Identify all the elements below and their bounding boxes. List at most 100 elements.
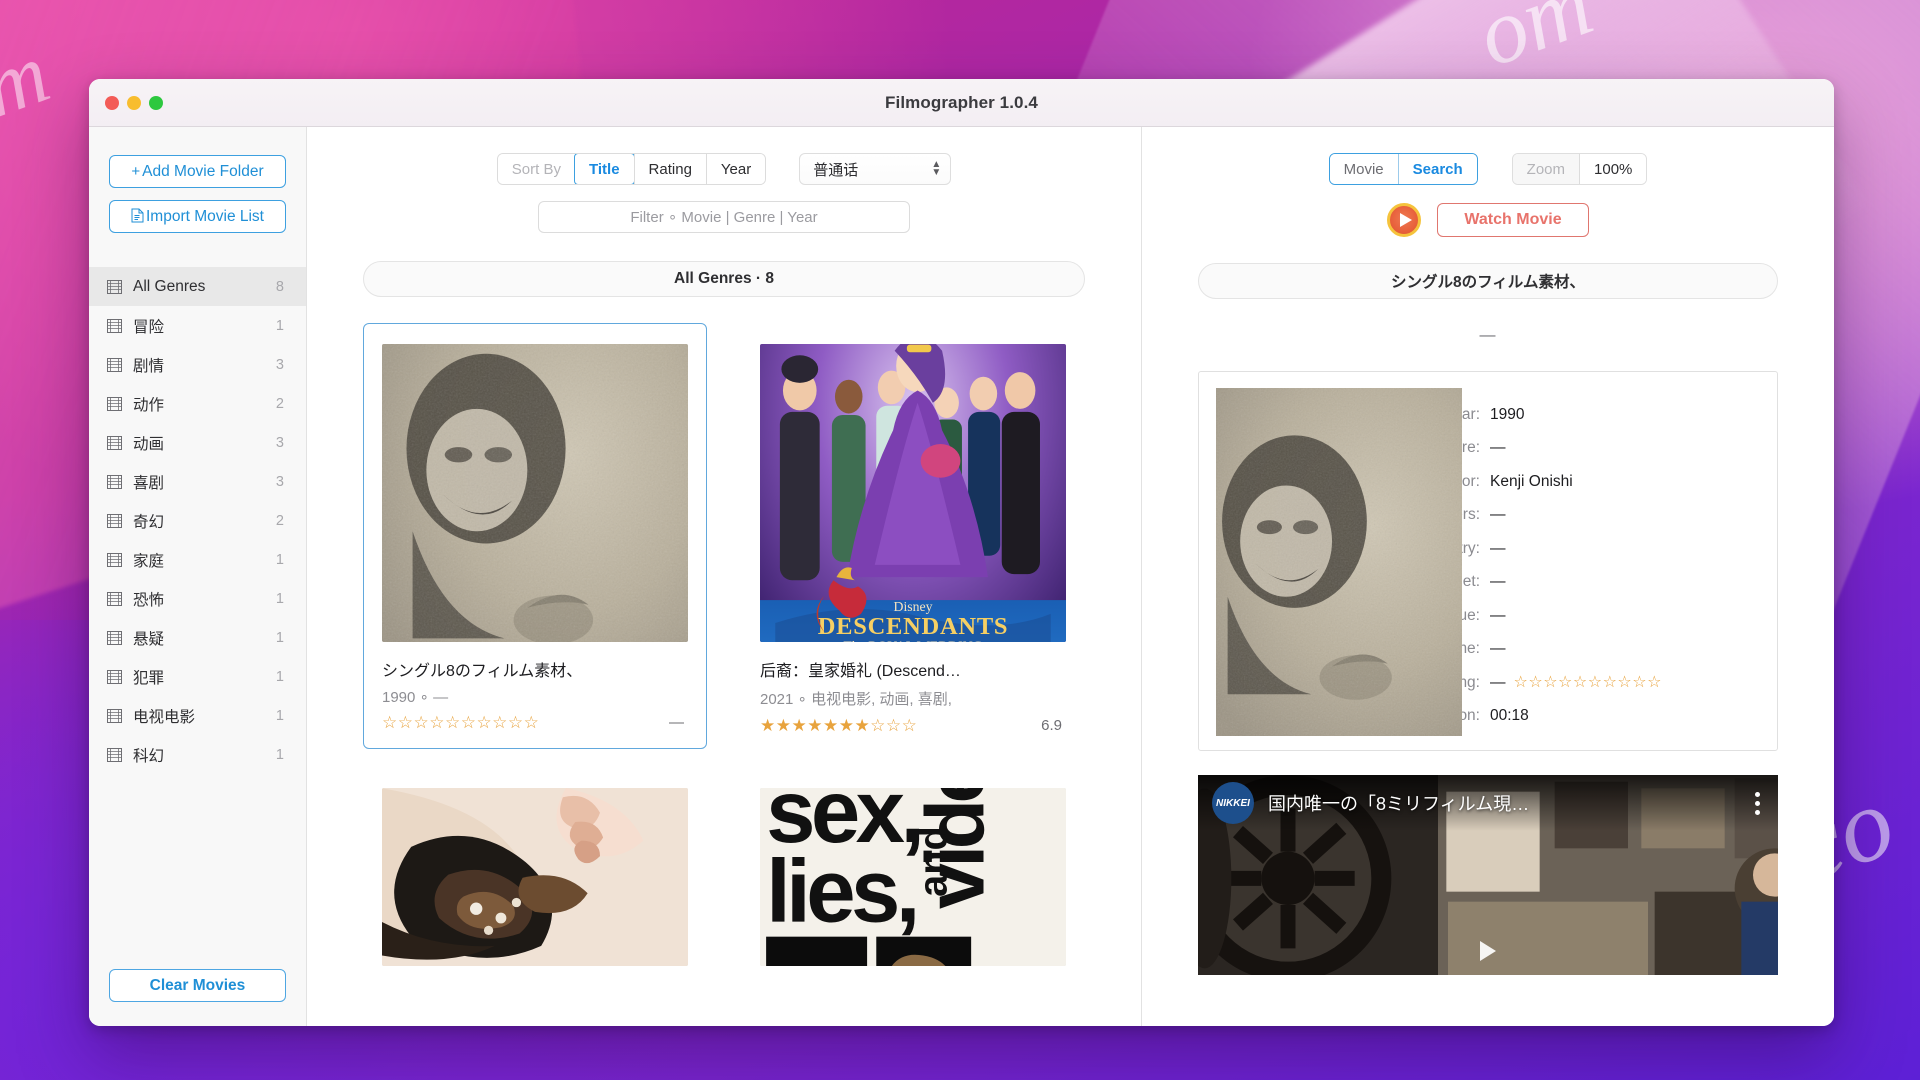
film-strip-icon bbox=[107, 279, 122, 294]
import-movie-list-button[interactable]: Import Movie List bbox=[109, 200, 286, 233]
genre-count: 2 bbox=[275, 512, 284, 529]
genre-label: 科幻 bbox=[133, 747, 165, 765]
movie-grid-scroll[interactable]: シングル8のフィルム素材、 1990 ∘ — ☆☆☆☆☆☆☆☆☆☆ — Disney DE… bbox=[307, 297, 1141, 1026]
genre-banner: All Genres · 8 bbox=[363, 261, 1085, 297]
genre-count: 1 bbox=[275, 668, 284, 685]
mode-segmented-control[interactable]: Movie Search bbox=[1328, 153, 1478, 185]
genre-label: 冒险 bbox=[133, 318, 165, 336]
desktop-wallpaper: m om Macw.co Filmographer 1.0.4 + Add Mo… bbox=[0, 0, 1920, 1080]
sort-option-1[interactable]: Rating bbox=[633, 154, 706, 184]
movie-card[interactable]: シングル8のフィルム素材、 1990 ∘ — ☆☆☆☆☆☆☆☆☆☆ — bbox=[363, 323, 707, 749]
detail-title-pill: シングル8のフィルム素材、 bbox=[1198, 263, 1778, 299]
movie-card[interactable]: DisneyDESCENDANTSThe ROYAL WEDDING 后裔：皇家婚… bbox=[741, 323, 1085, 749]
detail-field-value: — bbox=[1490, 573, 1506, 591]
sidebar-item-genre[interactable]: 动作 2 bbox=[89, 384, 306, 423]
genre-count: 2 bbox=[275, 395, 284, 412]
zoom-control[interactable]: Zoom 100% bbox=[1511, 153, 1648, 185]
detail-card: Year:1990Genre:—Director:Kenji OnishiAct… bbox=[1198, 371, 1778, 751]
sort-by-segmented-control[interactable]: Sort By Title Rating Year bbox=[496, 153, 767, 185]
movie-rating-row: ★★★★★★★☆☆☆ 6.9 bbox=[760, 717, 1066, 734]
zoom-value[interactable]: 100% bbox=[1579, 154, 1647, 184]
genre-count: 1 bbox=[275, 590, 284, 607]
sidebar-item-genre[interactable]: 电视电影 1 bbox=[89, 696, 306, 735]
genre-count: 3 bbox=[275, 356, 284, 373]
window-title: Filmographer 1.0.4 bbox=[885, 92, 1038, 112]
detail-field-text: — bbox=[1490, 606, 1506, 624]
sidebar-item-genre[interactable]: All Genres 8 bbox=[89, 267, 306, 306]
detail-field-text: — bbox=[1490, 539, 1506, 557]
sidebar-item-genre[interactable]: 动画 3 bbox=[89, 423, 306, 462]
watch-movie-label: Watch Movie bbox=[1464, 211, 1562, 228]
genre-label: 喜剧 bbox=[133, 474, 165, 492]
zoom-label: Zoom bbox=[1512, 154, 1580, 184]
genre-count: 1 bbox=[275, 317, 284, 334]
sidebar-item-genre[interactable]: 冒险 1 bbox=[89, 306, 306, 345]
sidebar-item-genre[interactable]: 恐怖 1 bbox=[89, 579, 306, 618]
film-strip-icon bbox=[107, 357, 122, 372]
add-movie-folder-button[interactable]: + Add Movie Folder bbox=[109, 155, 286, 188]
channel-avatar[interactable]: NIKKEI bbox=[1212, 782, 1254, 824]
genre-count: 1 bbox=[275, 707, 284, 724]
detail-title: シングル8のフィルム素材、 bbox=[1390, 274, 1585, 291]
app-window: Filmographer 1.0.4 + Add Movie Folder Im… bbox=[89, 79, 1834, 1026]
sidebar-item-genre[interactable]: 悬疑 1 bbox=[89, 618, 306, 657]
language-select[interactable]: 普通话 ▲ ▼ bbox=[799, 153, 952, 185]
movie-meta: 2021 ∘ 电视电影, 动画, 喜剧, bbox=[760, 691, 952, 708]
genre-banner-label: All Genres · 8 bbox=[674, 270, 774, 287]
genre-label: All Genres bbox=[133, 277, 206, 295]
sort-option-2[interactable]: Year bbox=[705, 154, 766, 184]
sidebar: + Add Movie Folder Import Movie List All… bbox=[89, 127, 307, 1026]
detail-field-value: 00:18 bbox=[1490, 707, 1529, 725]
sidebar-item-genre[interactable]: 犯罪 1 bbox=[89, 657, 306, 696]
detail-field-text: — bbox=[1490, 439, 1506, 457]
star-rating: ★★★★★★★☆☆☆ bbox=[760, 716, 918, 735]
detail-field-value: — bbox=[1490, 607, 1506, 625]
detail-toolbar: Movie Search Zoom 100% bbox=[1142, 153, 1834, 185]
detail-field-value: — ☆☆☆☆☆☆☆☆☆☆ bbox=[1490, 674, 1662, 692]
kebab-menu-icon[interactable] bbox=[1751, 791, 1764, 815]
detail-field-text: Kenji Onishi bbox=[1490, 472, 1573, 490]
add-movie-folder-label: Add Movie Folder bbox=[142, 162, 264, 180]
genre-count: 1 bbox=[275, 746, 284, 763]
video-embed[interactable]: NIKKEI 国内唯一の「8ミリフィルム現… bbox=[1198, 775, 1778, 975]
watch-movie-button[interactable]: Watch Movie bbox=[1437, 203, 1589, 237]
window-titlebar: Filmographer 1.0.4 bbox=[89, 79, 1834, 127]
genre-count: 1 bbox=[275, 629, 284, 646]
film-strip-icon bbox=[107, 630, 122, 645]
movie-card[interactable] bbox=[363, 767, 707, 981]
detail-field-text: 00:18 bbox=[1490, 707, 1529, 725]
filter-row: Filter ∘ Movie | Genre | Year bbox=[307, 201, 1141, 233]
movie-rating-row: ☆☆☆☆☆☆☆☆☆☆ — bbox=[382, 714, 688, 731]
genre-count: 8 bbox=[275, 278, 284, 295]
sidebar-item-genre[interactable]: 奇幻 2 bbox=[89, 501, 306, 540]
movie-card[interactable]: sex, lies, vide and bbox=[741, 767, 1085, 981]
detail-star-rating: ☆☆☆☆☆☆☆☆☆☆ bbox=[1513, 673, 1662, 691]
sort-by-label: Sort By bbox=[497, 154, 575, 184]
sidebar-item-genre[interactable]: 科幻 1 bbox=[89, 735, 306, 774]
movie-poster[interactable] bbox=[382, 344, 688, 642]
sidebar-item-genre[interactable]: 喜剧 3 bbox=[89, 462, 306, 501]
svg-text:The ROYAL WEDDING: The ROYAL WEDDING bbox=[843, 639, 982, 642]
clear-movies-button[interactable]: Clear Movies bbox=[109, 969, 286, 1002]
filter-input[interactable]: Filter ∘ Movie | Genre | Year bbox=[538, 201, 910, 233]
film-strip-icon bbox=[107, 552, 122, 567]
detail-field-text: 1990 bbox=[1490, 405, 1525, 423]
sidebar-item-genre[interactable]: 家庭 1 bbox=[89, 540, 306, 579]
sidebar-item-genre[interactable]: 剧情 3 bbox=[89, 345, 306, 384]
sort-option-0[interactable]: Title bbox=[573, 154, 635, 184]
import-movie-list-label: Import Movie List bbox=[145, 207, 264, 225]
svg-text:Disney: Disney bbox=[894, 599, 933, 614]
detail-field-text: — bbox=[1490, 673, 1506, 691]
mode-option-0[interactable]: Movie bbox=[1329, 154, 1398, 184]
svg-text:DESCENDANTS: DESCENDANTS bbox=[818, 613, 1009, 640]
video-play-icon[interactable] bbox=[1480, 941, 1496, 961]
movie-browser-panel: Sort By Title Rating Year 普通话 ▲ ▼ Filter ∘ M… bbox=[307, 127, 1142, 1026]
movie-poster[interactable]: sex, lies, vide and bbox=[760, 788, 1066, 966]
film-strip-icon bbox=[107, 435, 122, 450]
mode-option-1[interactable]: Search bbox=[1397, 154, 1477, 184]
play-icon[interactable] bbox=[1387, 203, 1422, 237]
movie-poster[interactable]: DisneyDESCENDANTSThe ROYAL WEDDING bbox=[760, 344, 1066, 642]
rating-number: 6.9 bbox=[1041, 717, 1062, 734]
genre-label: 悬疑 bbox=[133, 630, 165, 648]
movie-poster[interactable] bbox=[382, 788, 688, 966]
